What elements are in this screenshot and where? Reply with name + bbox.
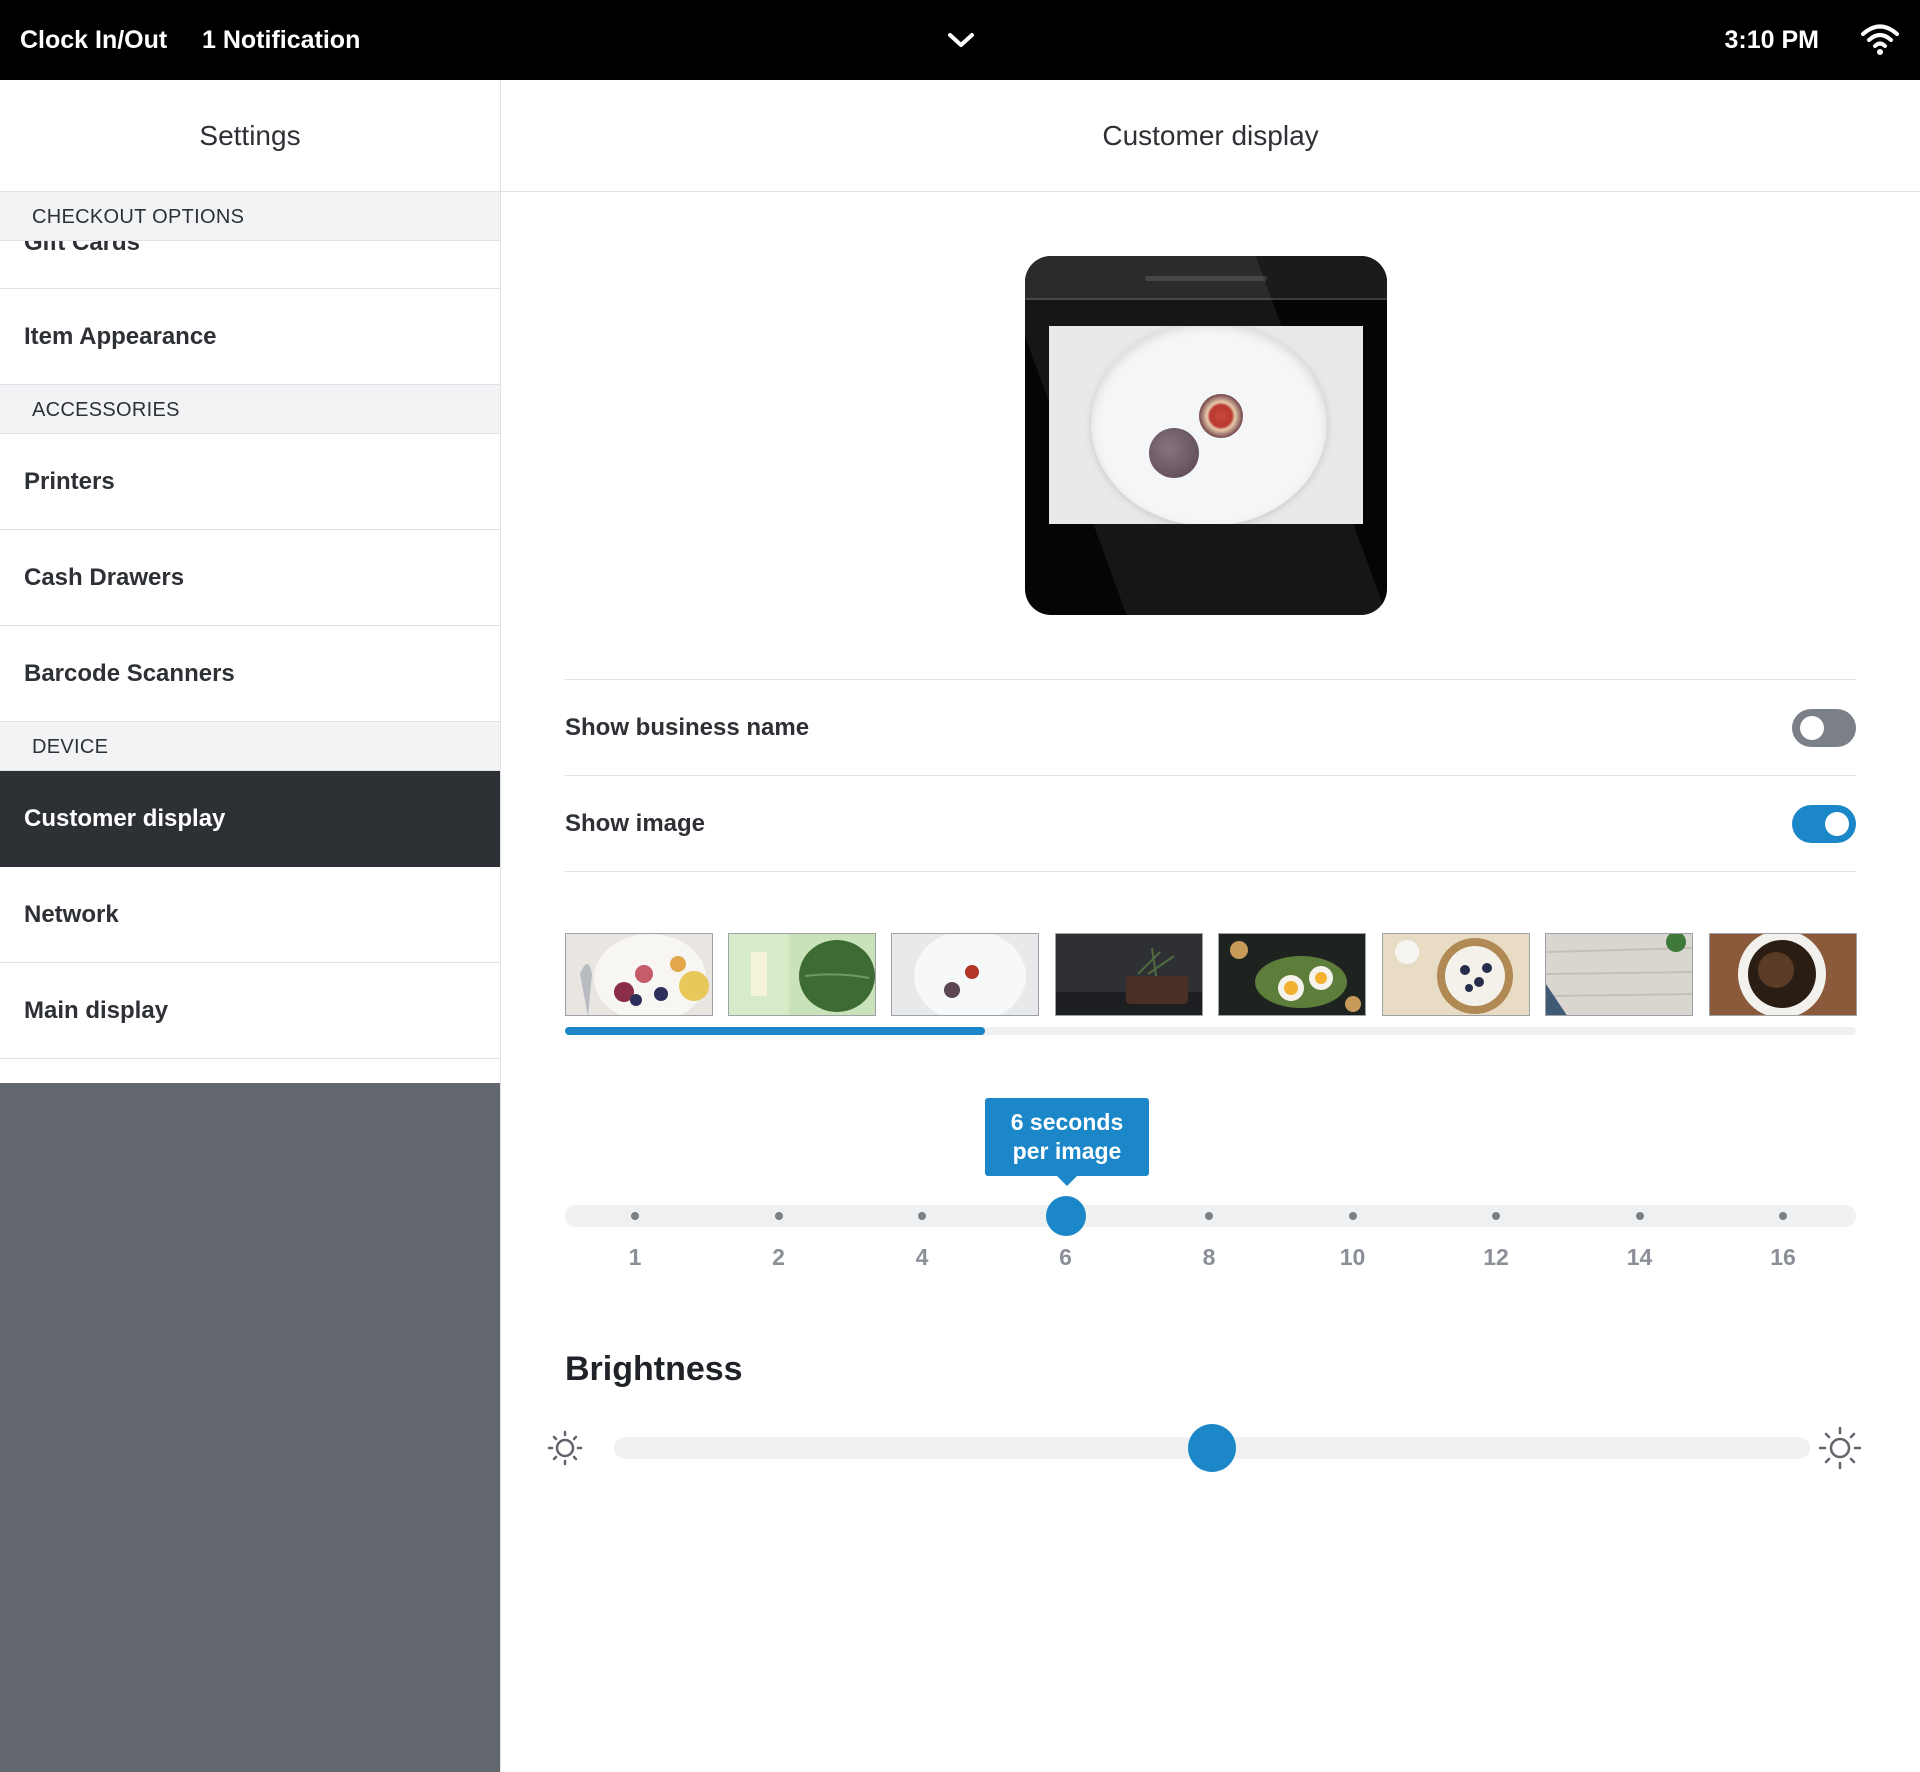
show-image-row: Show image [565,775,1856,871]
slider-tick-dot [774,1212,783,1220]
sidebar-item-label: Customer display [24,805,226,832]
seconds-per-image-slider[interactable] [565,1196,1856,1236]
brightness-slider-handle[interactable] [1188,1424,1236,1472]
sidebar-item-printers[interactable]: Printers [0,434,500,530]
thumbnail-bread-loaf[interactable] [1055,933,1203,1016]
sidebar-item-label: Cash Drawers [24,564,185,591]
sidebar-header: Settings [0,80,500,192]
slider-tick-label: 6 [1059,1244,1072,1270]
show-business-name-label: Show business name [565,714,810,741]
tooltip-line-2: per image [1012,1138,1122,1164]
thumbnail-egg-avocado-toast[interactable] [1218,933,1366,1016]
sidebar-item-label: Gift Cards [24,241,141,256]
slider-tick-dot [1348,1212,1357,1220]
slider-tick-dot [1492,1212,1500,1220]
toggle-knob [1800,716,1824,740]
sidebar-item-gift-cards[interactable]: Gift Cards [0,241,500,289]
section-device: DEVICE [0,722,500,771]
sidebar-item-label: Printers [24,468,115,495]
section-accessories: ACCESSORIES [0,385,500,434]
sidebar-item-label: Barcode Scanners [24,660,235,687]
seconds-slider-handle[interactable] [1045,1196,1086,1236]
slider-tick-dot [1779,1212,1787,1220]
slider-tick-label: 8 [1202,1244,1216,1270]
sidebar-item-item-appearance[interactable]: Item Appearance [0,289,500,385]
section-checkout-options: CHECKOUT OPTIONS [0,192,500,241]
sidebar-item-label: Item Appearance [24,323,217,350]
sidebar-list[interactable]: CHECKOUT OPTIONS Gift Cards Item Appeara… [0,192,500,1083]
thumbnail-fruit-bowl[interactable] [565,933,713,1016]
sidebar-list-end [0,1059,500,1083]
slider-tick-label: 12 [1483,1244,1509,1270]
sidebar-item-main-display[interactable]: Main display [0,963,500,1059]
sidebar-item-customer-display[interactable]: Customer display [0,771,500,867]
divider [565,871,1856,872]
image-thumbnail-strip[interactable] [565,933,1857,1016]
seconds-tooltip: 6 seconds per image [985,1098,1149,1186]
clock-time: 3:10 PM [1724,26,1819,54]
settings-sidebar: Settings CHECKOUT OPTIONS Gift Cards Ite… [0,80,501,1772]
sidebar-item-label: Network [24,901,119,928]
thumbnail-scrollbar-fill[interactable] [565,1027,985,1035]
wifi-icon [1860,22,1900,56]
slider-tick-dot [1635,1212,1644,1220]
sidebar-item-barcode-scanners[interactable]: Barcode Scanners [0,626,500,722]
panel-header: Customer display [501,80,1920,192]
status-bar: Clock In/Out 1 Notification 3:10 PM [0,0,1920,80]
show-business-name-toggle[interactable] [1792,709,1856,747]
notifications-button[interactable]: 1 Notification [202,0,360,80]
chevron-down-icon[interactable] [946,27,976,53]
page-title: Customer display [1102,120,1319,151]
sidebar-item-network[interactable]: Network [0,867,500,963]
clock-in-out-button[interactable]: Clock In/Out [20,0,167,80]
tooltip-line-1: 6 seconds [1010,1109,1124,1135]
brightness-slider[interactable] [614,1424,1810,1472]
thumbnail-wood-board[interactable] [1545,933,1693,1016]
slider-tick-label: 16 [1770,1244,1796,1270]
slider-tick-label: 1 [628,1244,642,1270]
thumbnail-scrollbar[interactable] [565,1027,1856,1035]
show-business-name-row: Show business name [565,679,1856,775]
customer-display-preview [1025,256,1387,615]
brightness-title: Brightness [565,1350,743,1388]
sidebar-title: Settings [199,120,301,151]
slider-tick-dot [918,1212,926,1220]
toggle-knob [1825,812,1849,836]
slider-tick-labels: 1 2 4 6 8 10 12 14 16 [565,1244,1856,1274]
thumbnail-coffee-cup[interactable] [1709,933,1857,1016]
sidebar-item-label: Main display [24,997,169,1024]
show-image-toggle[interactable] [1792,805,1856,843]
thumbnail-figs-plate[interactable] [891,933,1039,1016]
slider-tick-label: 2 [772,1244,785,1270]
slider-tick-label: 10 [1339,1244,1366,1270]
slider-tick-label: 4 [915,1244,929,1270]
sidebar-item-cash-drawers[interactable]: Cash Drawers [0,530,500,626]
sun-high-icon [1818,1426,1862,1470]
slider-tick-dot [631,1212,639,1220]
show-image-label: Show image [565,810,706,837]
slider-tick-dot [1205,1212,1213,1220]
sun-low-icon [545,1428,585,1468]
thumbnail-spinach-leaf[interactable] [728,933,876,1016]
slider-tick-label: 14 [1626,1244,1653,1270]
thumbnail-yogurt-berries[interactable] [1382,933,1530,1016]
customer-display-panel: Customer display Show business name Show… [501,80,1920,1772]
